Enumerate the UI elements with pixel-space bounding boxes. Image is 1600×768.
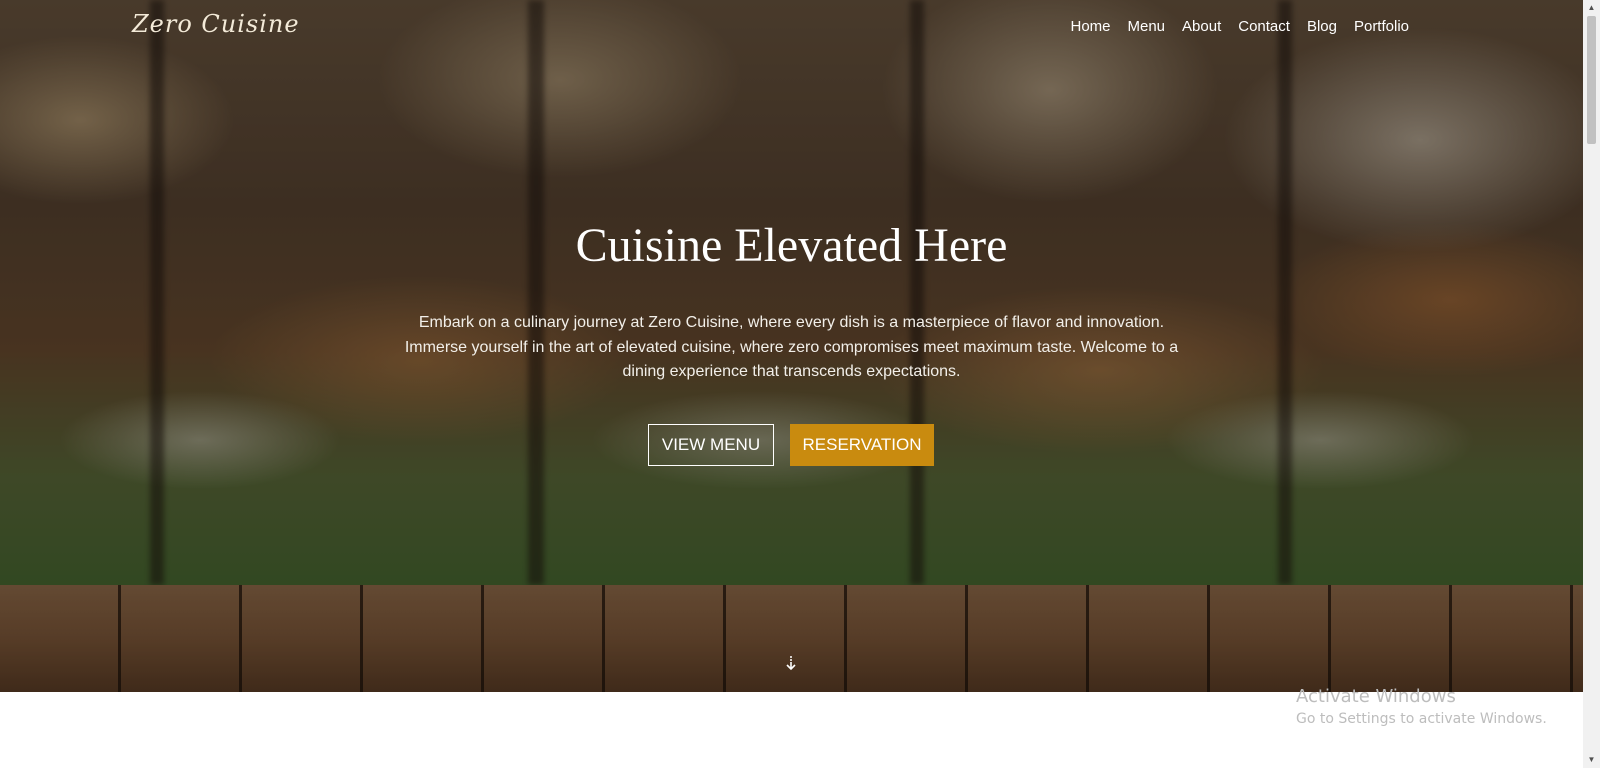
nav-about[interactable]: About [1182, 18, 1221, 35]
nav-menu[interactable]: Menu [1128, 18, 1166, 35]
nav-portfolio[interactable]: Portfolio [1354, 18, 1409, 35]
brand-logo[interactable]: Zero Cuisine [132, 10, 300, 38]
hero-overlay [0, 0, 1583, 585]
main-nav: Home Menu About Contact Blog Portfolio [1070, 18, 1409, 35]
scroll-down-icon[interactable]: ▼ [1583, 752, 1600, 768]
reservation-button[interactable]: RESERVATION [790, 424, 934, 466]
nav-blog[interactable]: Blog [1307, 18, 1337, 35]
nav-contact[interactable]: Contact [1238, 18, 1290, 35]
page-scrollbar[interactable]: ▲ ▼ [1583, 0, 1600, 768]
hero-description: Embark on a culinary journey at Zero Cui… [404, 314, 1179, 380]
watermark-subtitle: Go to Settings to activate Windows. [1296, 711, 1547, 727]
scroll-thumb[interactable] [1587, 16, 1596, 144]
arrow-down-icon[interactable] [785, 655, 797, 671]
watermark-title: Activate Windows [1296, 686, 1456, 707]
floor-overlay [0, 585, 1583, 692]
view-menu-button[interactable]: VIEW MENU [648, 424, 774, 466]
windows-activation-watermark: Activate Windows Go to Settings to activ… [1296, 686, 1547, 727]
scroll-up-icon[interactable]: ▲ [1583, 0, 1600, 16]
nav-home[interactable]: Home [1070, 18, 1110, 35]
hero-title: Cuisine Elevated Here [575, 219, 1008, 272]
hero-section: Zero Cuisine Home Menu About Contact Blo… [0, 0, 1583, 692]
